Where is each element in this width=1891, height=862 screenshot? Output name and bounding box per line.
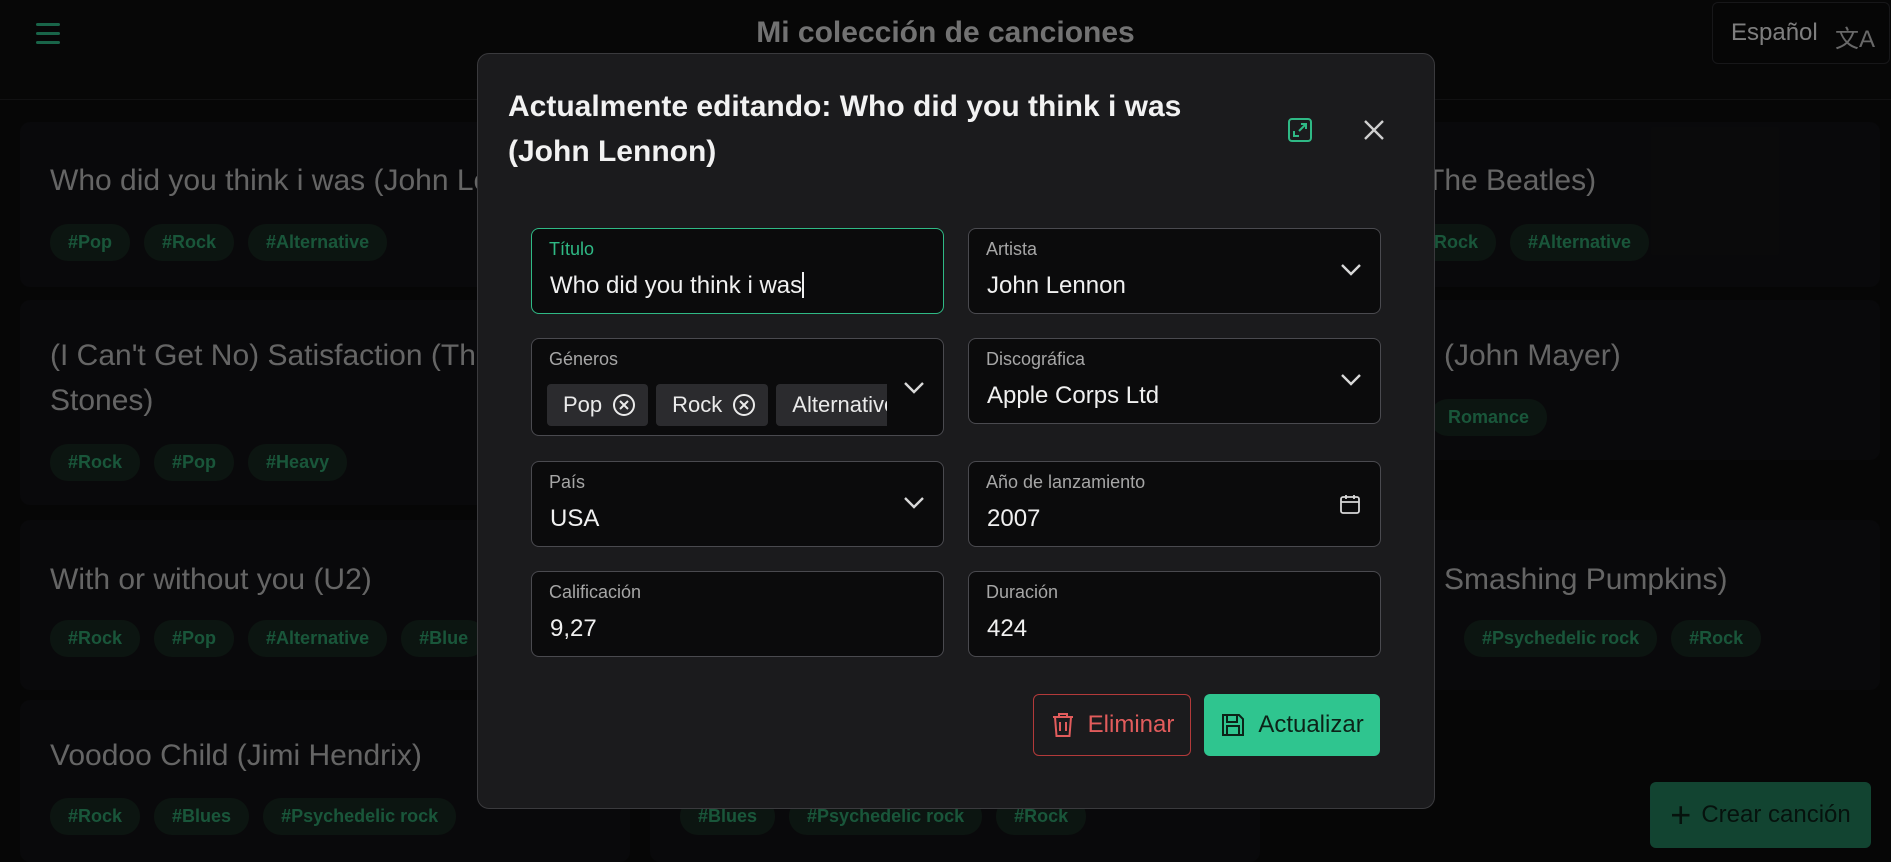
country-field-label: País (549, 472, 586, 492)
chevron-down-icon (904, 382, 924, 394)
genre-chip-label: Rock (672, 392, 723, 417)
expand-icon[interactable] (1286, 116, 1314, 144)
genres-field-label: Géneros (549, 349, 619, 369)
genres-select[interactable]: Géneros Pop Rock Alternative (531, 338, 944, 436)
title-input[interactable]: Who did you think i was (550, 272, 802, 299)
release-year-input[interactable]: 2007 (987, 505, 1040, 533)
close-icon[interactable] (1360, 116, 1388, 144)
country-value: USA (550, 505, 600, 532)
genre-chip: Rock (656, 384, 769, 426)
chevron-down-icon (904, 497, 924, 509)
title-field-label: Título (549, 239, 595, 259)
save-icon (1222, 714, 1245, 736)
country-select[interactable]: País USA (531, 461, 944, 547)
release-year-label: Año de lanzamiento (986, 472, 1146, 492)
genre-chip-label: Pop (563, 392, 603, 417)
artist-select[interactable]: Artista John Lennon (968, 228, 1381, 314)
update-button[interactable]: Actualizar (1204, 694, 1380, 756)
chevron-down-icon (1341, 374, 1361, 386)
release-year-field[interactable]: Año de lanzamiento 2007 (968, 461, 1381, 547)
dialog-title: Actualmente editando: Who did you think … (508, 90, 1182, 168)
label-field-label: Discográfica (986, 349, 1086, 369)
label-value: Apple Corps Ltd (987, 382, 1160, 409)
genre-chip: Pop (547, 384, 649, 426)
trash-icon (1052, 713, 1073, 737)
duration-field[interactable]: Duración 424 (968, 571, 1381, 657)
rating-input[interactable]: 9,27 (550, 615, 597, 643)
delete-button[interactable]: Eliminar (1033, 694, 1191, 756)
genre-chip-label: Alternative (792, 392, 887, 417)
genre-chip: Alternative (776, 384, 887, 426)
duration-input[interactable]: 424 (987, 615, 1027, 643)
artist-field-label: Artista (986, 239, 1038, 259)
rating-field[interactable]: Calificación 9,27 (531, 571, 944, 657)
rating-label: Calificación (549, 582, 642, 602)
remove-chip-icon[interactable] (612, 393, 636, 417)
genre-chips: Pop Rock Alternative (547, 384, 887, 426)
chevron-down-icon (1341, 264, 1361, 276)
label-select[interactable]: Discográfica Apple Corps Ltd (968, 338, 1381, 424)
update-label: Actualizar (1258, 711, 1364, 738)
edit-song-dialog: Actualmente editando: Who did you think … (477, 53, 1435, 809)
remove-chip-icon[interactable] (732, 393, 756, 417)
artist-value: John Lennon (987, 272, 1126, 299)
calendar-icon[interactable] (1338, 492, 1362, 516)
duration-label: Duración (986, 582, 1059, 602)
title-field[interactable]: Título Who did you think i was (531, 228, 944, 314)
delete-label: Eliminar (1087, 711, 1175, 738)
